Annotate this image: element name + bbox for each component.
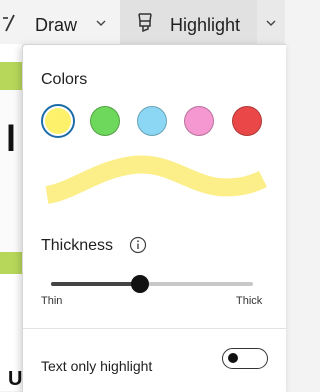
colors-heading: Colors (41, 71, 88, 88)
highlight-options-button[interactable] (257, 0, 285, 44)
divider (23, 328, 286, 329)
pen-icon (3, 14, 15, 32)
color-swatch-fill (45, 108, 71, 134)
thickness-min-label: Thin (41, 295, 63, 307)
highlight-label: Highlight (170, 15, 241, 35)
draw-label: Draw (35, 15, 78, 35)
thickness-max-label: Thick (236, 295, 263, 307)
color-swatch-red[interactable] (232, 106, 262, 136)
document-text-fragment: l (6, 118, 17, 159)
highlighter-icon (138, 13, 152, 32)
thickness-slider-fill (51, 282, 140, 286)
text-only-highlight-label: Text only highlight (41, 358, 153, 374)
document-page-strip (0, 90, 22, 252)
thickness-slider-track[interactable] (51, 282, 253, 286)
highlight-button[interactable]: Highlight (120, 0, 257, 44)
color-swatch-green[interactable] (90, 106, 120, 136)
thickness-slider-thumb[interactable] (130, 275, 149, 293)
color-swatch-pink[interactable] (184, 106, 214, 136)
thickness-heading: Thickness (41, 237, 114, 254)
chevron-down-icon (266, 20, 276, 26)
info-icon[interactable] (129, 236, 147, 254)
color-swatch-light-blue[interactable] (137, 106, 167, 136)
highlight-preview-stroke (45, 155, 268, 204)
chevron-down-icon[interactable] (95, 17, 107, 29)
toggle-knob (228, 353, 238, 363)
text-only-highlight-toggle[interactable] (222, 348, 268, 369)
color-swatch-yellow[interactable] (41, 104, 75, 138)
document-text-fragment: U (8, 368, 23, 390)
highlight-options-panel: Colors Thickness Thin Thick Text only hi… (22, 44, 286, 392)
toolbar: Draw Highlight (0, 0, 285, 44)
